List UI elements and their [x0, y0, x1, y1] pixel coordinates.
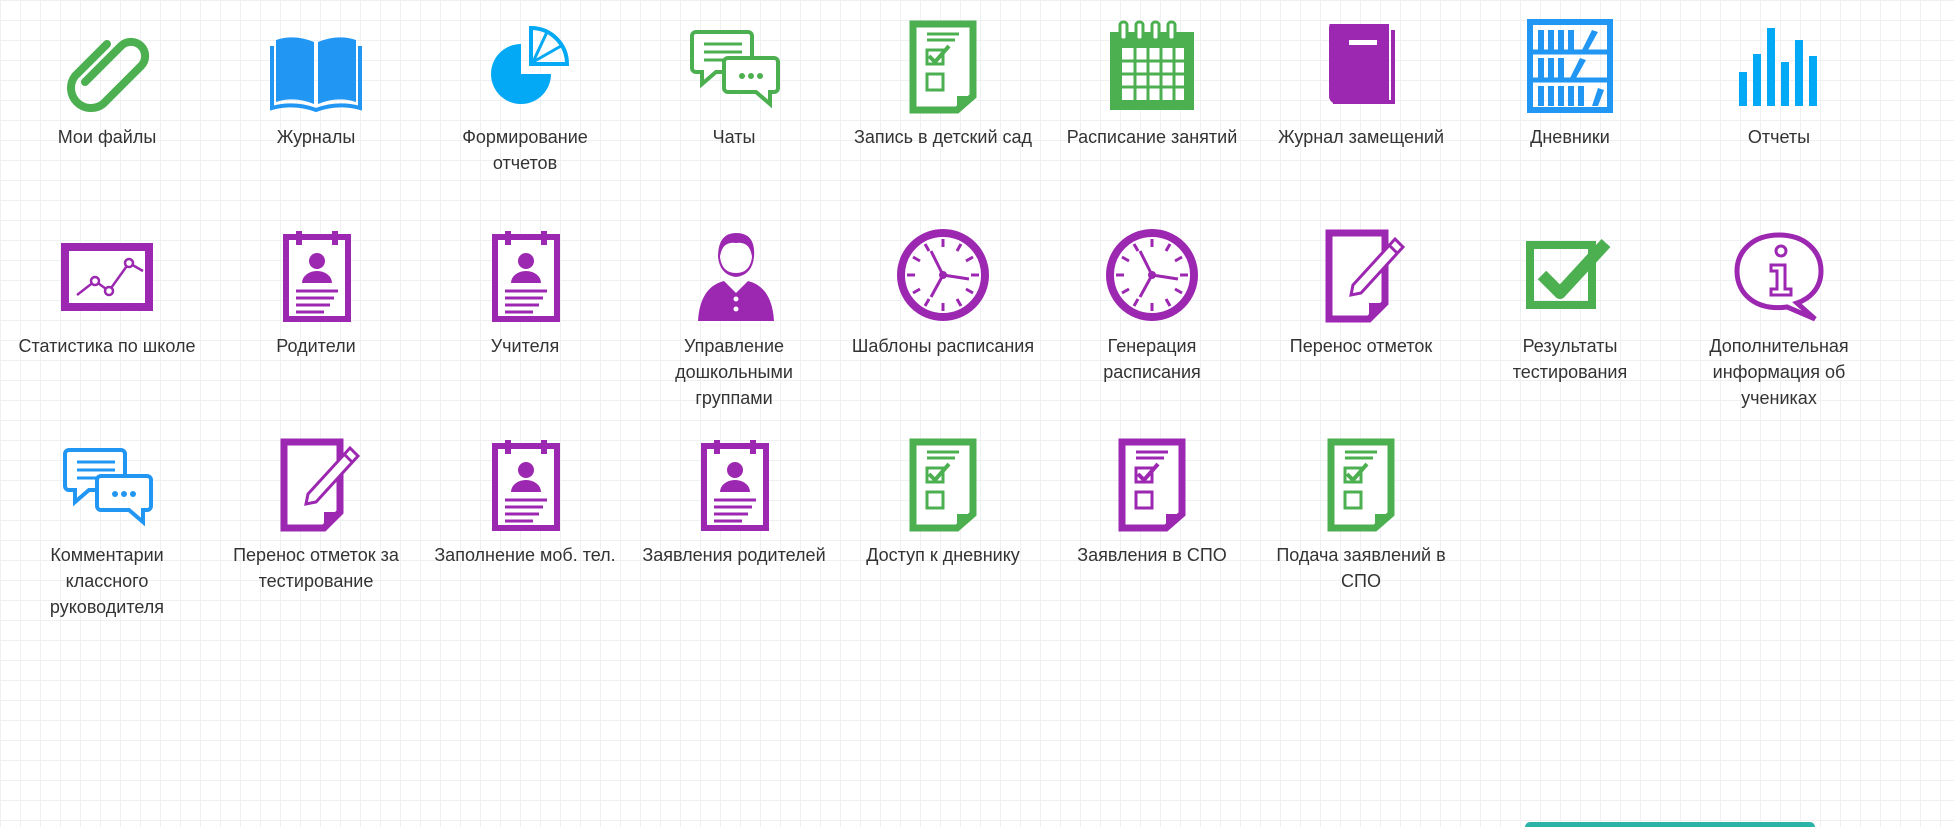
tile-school-statistics[interactable]: Статистика по школе: [7, 227, 207, 359]
tile-label: Заявления родителей: [642, 545, 826, 565]
calendar-icon: [1104, 18, 1200, 114]
document-pencil-icon: [1313, 227, 1409, 323]
bookshelf-icon: [1522, 18, 1618, 114]
profile-card-icon: [686, 436, 782, 532]
tile-label: Расписание занятий: [1066, 127, 1238, 147]
tile-label: Комментарии классного руководителя: [49, 545, 165, 617]
clock-icon: [1104, 227, 1200, 323]
checklist-document-icon: [895, 18, 991, 114]
user-icon: [686, 227, 782, 323]
tile-grade-transfer[interactable]: Перенос отметок: [1261, 227, 1461, 359]
tile-preschool-groups[interactable]: Управление дошкольными группами: [634, 227, 834, 411]
tile-label: Подача заявлений в СПО: [1276, 545, 1446, 591]
tile-spo-application-submit[interactable]: Подача заявлений в СПО: [1261, 436, 1461, 594]
tile-label: Шаблоны расписания: [851, 336, 1035, 356]
tile-substitution-journal[interactable]: Журнал замещений: [1261, 18, 1461, 150]
tile-label: Управление дошкольными группами: [675, 336, 793, 408]
tile-reports[interactable]: Отчеты: [1679, 18, 1879, 150]
tile-diary-access[interactable]: Доступ к дневнику: [843, 436, 1043, 568]
profile-card-icon: [477, 436, 573, 532]
bar-chart-icon: [1731, 18, 1827, 114]
tile-label: Перенос отметок за тестирование: [233, 545, 399, 591]
profile-card-icon: [477, 227, 573, 323]
profile-card-icon: [268, 227, 364, 323]
tile-schedule-generation[interactable]: Генерация расписания: [1052, 227, 1252, 385]
bottom-action-button-edge[interactable]: [1525, 822, 1815, 827]
chat-bubbles-icon: [59, 436, 155, 532]
checkbox-checked-icon: [1522, 227, 1618, 323]
tile-parent-applications[interactable]: Заявления родителей: [634, 436, 834, 568]
tile-schedule-templates[interactable]: Шаблоны расписания: [843, 227, 1043, 359]
tile-reports-builder[interactable]: Формирование отчетов: [425, 18, 625, 176]
tile-label: Результаты тестирования: [1512, 336, 1628, 382]
tile-teachers[interactable]: Учителя: [425, 227, 625, 359]
tile-parents[interactable]: Родители: [216, 227, 416, 359]
tile-kindergarten-enrollment[interactable]: Запись в детский сад: [843, 18, 1043, 150]
tile-label: Учителя: [490, 336, 560, 356]
tile-journals[interactable]: Журналы: [216, 18, 416, 150]
document-pencil-icon: [268, 436, 364, 532]
tile-label: Заполнение моб. тел.: [434, 545, 616, 565]
info-bubble-icon: [1731, 227, 1827, 323]
open-book-icon: [268, 18, 364, 114]
tile-label: Заявления в СПО: [1077, 545, 1227, 565]
checklist-document-icon: [1104, 436, 1200, 532]
tile-label: Мои файлы: [57, 127, 157, 147]
checklist-document-icon: [895, 436, 991, 532]
tile-student-extra-info[interactable]: Дополнительная информация об учениках: [1679, 227, 1879, 411]
tile-label: Доступ к дневнику: [866, 545, 1020, 565]
checklist-document-icon: [1313, 436, 1409, 532]
tile-label: Чаты: [712, 127, 756, 147]
tile-diaries[interactable]: Дневники: [1470, 18, 1670, 150]
tile-test-grade-transfer[interactable]: Перенос отметок за тестирование: [216, 436, 416, 594]
chat-bubbles-icon: [686, 18, 782, 114]
tile-label: Журналы: [276, 127, 356, 147]
pie-chart-icon: [477, 18, 573, 114]
tile-label: Запись в детский сад: [853, 127, 1033, 147]
clock-icon: [895, 227, 991, 323]
line-chart-icon: [59, 227, 155, 323]
tile-label: Отчеты: [1747, 127, 1811, 147]
tile-class-teacher-comments[interactable]: Комментарии классного руководителя: [7, 436, 207, 620]
closed-book-icon: [1313, 18, 1409, 114]
tile-label: Перенос отметок: [1289, 336, 1433, 356]
tile-label: Родители: [276, 336, 356, 356]
tile-test-results[interactable]: Результаты тестирования: [1470, 227, 1670, 385]
tile-label: Дневники: [1530, 127, 1610, 147]
app-launcher-grid: Мои файлы Журналы Формирование отчетов Ч…: [0, 0, 1954, 827]
paperclip-icon: [59, 18, 155, 114]
tile-label: Дополнительная информация об учениках: [1709, 336, 1849, 408]
tile-mobile-phone-entry[interactable]: Заполнение моб. тел.: [425, 436, 625, 568]
tile-label: Формирование отчетов: [462, 127, 588, 173]
tile-label: Статистика по школе: [18, 336, 196, 356]
tile-label: Журнал замещений: [1278, 127, 1444, 147]
tile-chats[interactable]: Чаты: [634, 18, 834, 150]
tile-spo-applications[interactable]: Заявления в СПО: [1052, 436, 1252, 568]
tile-label: Генерация расписания: [1103, 336, 1201, 382]
tile-my-files[interactable]: Мои файлы: [7, 18, 207, 150]
tile-lesson-schedule[interactable]: Расписание занятий: [1052, 18, 1252, 150]
